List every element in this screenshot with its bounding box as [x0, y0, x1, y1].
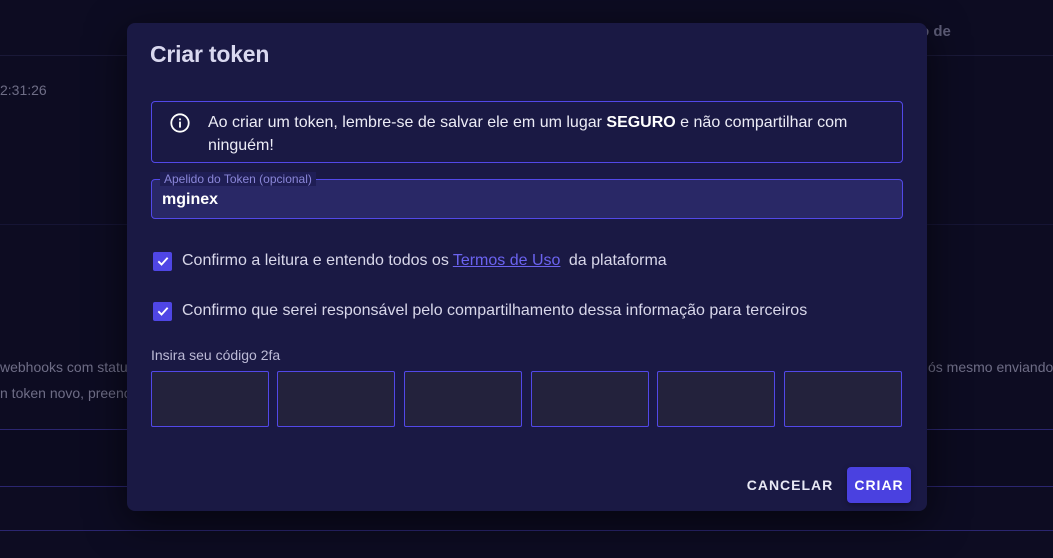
- info-alert: Ao criar um token, lembre-se de salvar e…: [151, 101, 903, 163]
- background-desc-right: ós mesmo enviando: [928, 359, 1053, 375]
- token-nickname-field[interactable]: Apelido do Token (opcional): [151, 172, 903, 219]
- token-nickname-label: Apelido do Token (opcional): [160, 172, 316, 186]
- create-button[interactable]: CRIAR: [847, 467, 911, 503]
- twofa-label: Insira seu código 2fa: [151, 347, 281, 363]
- terms-checkbox[interactable]: [153, 251, 172, 271]
- background-desc-left-2: n token novo, preenc: [0, 385, 131, 401]
- cancel-button[interactable]: CANCELAR: [741, 467, 839, 503]
- background-time: 2:31:26: [0, 82, 47, 98]
- twofa-digit-6[interactable]: [784, 371, 902, 427]
- check-icon: [157, 307, 168, 316]
- terms-checkbox-row[interactable]: Confirmo a leitura e entendo todos os Ter…: [153, 251, 667, 271]
- twofa-digit-1[interactable]: [151, 371, 269, 427]
- responsibility-checkbox[interactable]: [153, 301, 172, 321]
- info-alert-text: Ao criar um token, lembre-se de salvar e…: [208, 114, 848, 154]
- responsibility-checkbox-label: Confirmo que serei responsável pelo comp…: [182, 302, 808, 319]
- create-token-dialog: Criar token Ao criar um token, lembre-se…: [127, 23, 927, 511]
- twofa-digit-3[interactable]: [404, 371, 522, 427]
- token-nickname-input[interactable]: [162, 189, 882, 211]
- responsibility-checkbox-row[interactable]: Confirmo que serei responsável pelo comp…: [153, 301, 807, 321]
- twofa-digit-2[interactable]: [277, 371, 395, 427]
- twofa-digit-5[interactable]: [657, 371, 775, 427]
- check-icon: [157, 257, 168, 266]
- background-row-border: [0, 530, 1053, 531]
- background-desc-left: webhooks com statu: [0, 359, 128, 375]
- terms-of-use-link[interactable]: Termos de Uso: [453, 252, 561, 269]
- info-icon: [170, 113, 190, 133]
- info-alert-emphasis: SEGURO: [606, 114, 676, 131]
- twofa-digit-4[interactable]: [531, 371, 649, 427]
- terms-checkbox-label: Confirmo a leitura e entendo todos os Ter…: [182, 252, 667, 269]
- dialog-title: Criar token: [150, 41, 270, 67]
